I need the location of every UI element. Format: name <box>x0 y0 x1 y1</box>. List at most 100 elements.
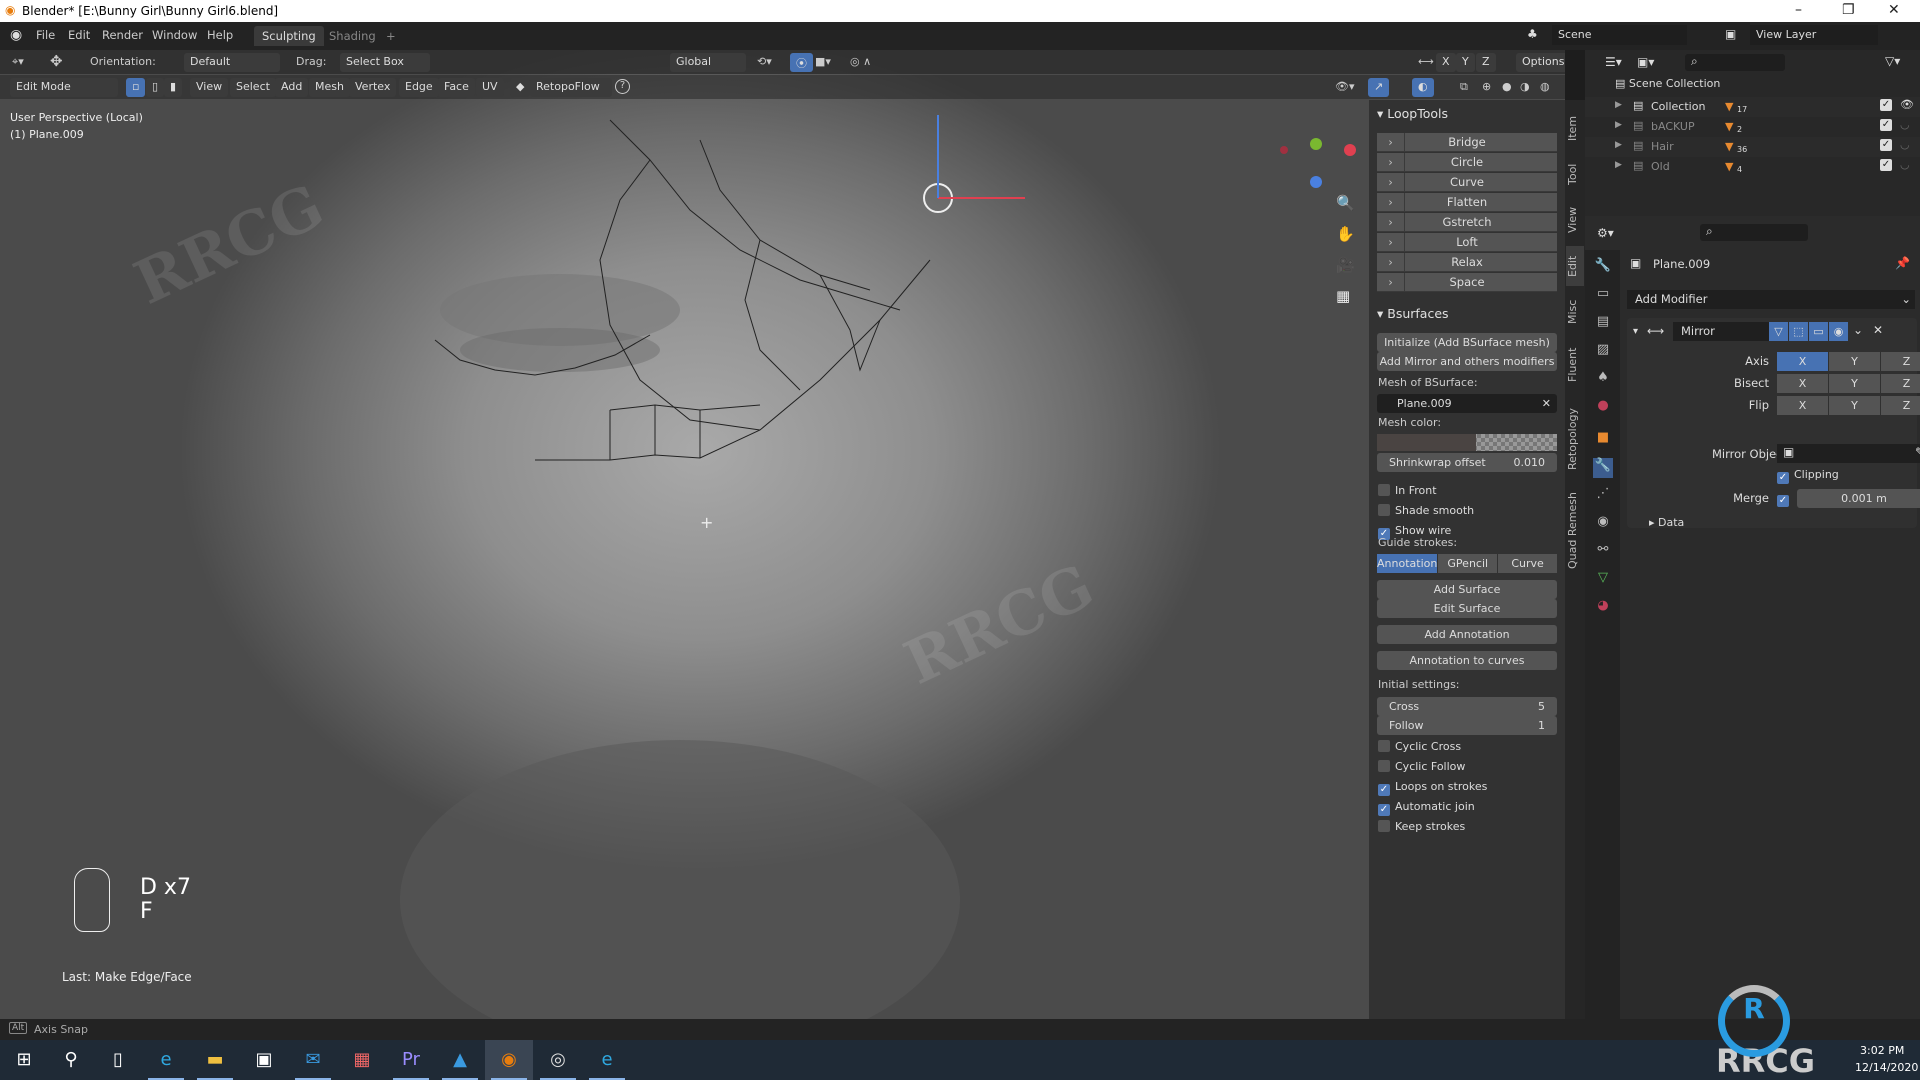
render-tab-icon[interactable]: ▭ <box>1593 286 1613 306</box>
outliner-search-input[interactable]: ⌕ <box>1685 54 1785 71</box>
exclude-checkbox[interactable]: ✓ <box>1880 119 1892 131</box>
camera-icon[interactable]: 🎥 <box>1336 256 1355 274</box>
material-tab-icon[interactable]: ◕ <box>1593 598 1613 618</box>
scene-icon[interactable]: ♣ <box>1527 27 1538 41</box>
initialize-bsurface-button[interactable]: Initialize (Add BSurface mesh) <box>1377 333 1557 352</box>
face-select-icon[interactable]: ▮ <box>164 78 183 97</box>
edit-surface-button[interactable]: Edit Surface <box>1377 599 1557 618</box>
add-surface-button[interactable]: Add Surface <box>1377 580 1557 599</box>
expand-arrow-icon[interactable]: ▶ <box>1615 100 1622 110</box>
sidebar-tab-retopology[interactable]: Retopology <box>1566 398 1584 480</box>
mesh-color-swatch[interactable] <box>1377 434 1557 451</box>
bisect-x-toggle[interactable]: X <box>1777 374 1828 393</box>
merge-checkbox[interactable]: ✓ <box>1777 491 1794 507</box>
taskbar-task-view-icon[interactable]: ▯ <box>94 1040 142 1080</box>
clipping-checkbox[interactable]: ✓ Clipping <box>1777 468 1839 484</box>
shading-solid-icon[interactable]: ● <box>1502 80 1512 93</box>
checkbox-keep-strokes[interactable]: Keep strokes <box>1378 820 1465 833</box>
expand-chevron-icon[interactable]: › <box>1377 193 1405 212</box>
scene-tab-icon[interactable]: ♠ <box>1593 370 1613 390</box>
eye-closed-icon[interactable]: ◡ <box>1900 158 1910 171</box>
taskbar-edge-icon[interactable]: e <box>583 1040 631 1080</box>
drag-dropdown[interactable]: Select Box <box>340 53 430 72</box>
data-tab-icon[interactable]: ▽ <box>1593 570 1613 590</box>
collapse-icon[interactable]: ▾ <box>1633 326 1638 337</box>
menu-edge[interactable]: Edge <box>399 78 439 97</box>
display-mode-icon[interactable]: ☰▾ <box>1605 55 1622 69</box>
mirror-x-toggle[interactable]: X <box>1436 53 1456 72</box>
mirror-y-toggle[interactable]: Y <box>1456 53 1475 72</box>
expand-arrow-icon[interactable]: ▶ <box>1615 160 1622 170</box>
maximize-button[interactable]: ❐ <box>1842 2 1855 18</box>
physics-tab-icon[interactable]: ◉ <box>1593 514 1613 534</box>
looptools-circle-button[interactable]: › Circle <box>1377 153 1557 172</box>
particles-tab-icon[interactable]: ⋰ <box>1593 486 1613 506</box>
add-annotation-button[interactable]: Add Annotation <box>1377 625 1557 644</box>
editor-type-icon[interactable]: ⚙▾ <box>1597 226 1614 240</box>
bisect-y-toggle[interactable]: Y <box>1829 374 1880 393</box>
close-button[interactable]: ✕ <box>1888 2 1900 18</box>
looptools-bridge-button[interactable]: › Bridge <box>1377 133 1557 152</box>
expand-arrow-icon[interactable]: ▶ <box>1615 140 1622 150</box>
eye-closed-icon[interactable]: ◡ <box>1900 118 1910 131</box>
menu-view[interactable]: View <box>190 78 229 97</box>
sidebar-tab-view[interactable]: View <box>1566 200 1584 240</box>
editmode-toggle-icon[interactable]: ▽ <box>1769 322 1788 341</box>
checkbox-in-front[interactable]: In Front <box>1378 484 1437 497</box>
checkbox-automatic-join[interactable]: ✓ Automatic join <box>1378 800 1475 816</box>
taskbar-obs-icon[interactable]: ◎ <box>534 1040 582 1080</box>
checkbox-loops-on-strokes[interactable]: ✓ Loops on strokes <box>1378 780 1487 796</box>
object-tab-icon[interactable]: ■ <box>1593 430 1613 450</box>
sidebar-tab-misc[interactable]: Misc <box>1566 292 1584 332</box>
taskbar-file-explorer-icon[interactable]: ▬ <box>191 1040 239 1080</box>
viewport-toggle-icon[interactable]: ▭ <box>1809 322 1828 341</box>
outliner-row[interactable]: ▶ ▤ Hair ▼ 36 ✓ ◡ <box>1585 137 1920 157</box>
menu-uv[interactable]: UV <box>476 78 504 97</box>
scene-selector[interactable]: Scene <box>1552 25 1687 45</box>
filter-icon[interactable]: ▽▾ <box>1885 54 1900 68</box>
menu-mesh[interactable]: Mesh <box>309 78 350 97</box>
proportional-edit-icon[interactable]: ◎ ∧ <box>850 55 871 68</box>
output-tab-icon[interactable]: ▤ <box>1593 314 1613 334</box>
checkbox-shade-smooth[interactable]: Shade smooth <box>1378 504 1474 517</box>
menu-select[interactable]: Select <box>230 78 276 97</box>
guide-tab-annotation[interactable]: Annotation <box>1377 554 1438 573</box>
filter-view-icon[interactable]: ▣▾ <box>1637 55 1654 69</box>
zoom-icon[interactable]: 🔍 <box>1336 194 1355 212</box>
add-modifier-dropdown[interactable]: Add Modifier ⌄ <box>1627 290 1915 309</box>
mirror-z-toggle[interactable]: Z <box>1476 53 1496 72</box>
sidebar-tab-quad-remesh[interactable]: Quad Remesh <box>1566 486 1584 575</box>
looptools-curve-button[interactable]: › Curve <box>1377 173 1557 192</box>
sidebar-tab-item[interactable]: Item <box>1566 108 1584 148</box>
expand-chevron-icon[interactable]: › <box>1377 233 1405 252</box>
annotation-to-curves-button[interactable]: Annotation to curves <box>1377 651 1557 670</box>
add-mirror-modifiers-button[interactable]: Add Mirror and others modifiers <box>1377 352 1557 371</box>
taskbar-premiere-icon[interactable]: Pr <box>387 1040 435 1080</box>
modifier-menu-icon[interactable]: ⌄ <box>1853 323 1863 337</box>
taskbar-search-icon[interactable]: ⚲ <box>47 1040 95 1080</box>
eye-closed-icon[interactable]: ◡ <box>1900 138 1910 151</box>
data-subpanel[interactable]: ▸ Data <box>1649 516 1684 529</box>
cage-toggle-icon[interactable]: ⬚ <box>1789 322 1808 341</box>
help-button[interactable]: ? <box>615 79 630 94</box>
flip-x-toggle[interactable]: X <box>1777 396 1828 415</box>
mode-dropdown[interactable]: Edit Mode <box>10 78 118 97</box>
clock-time[interactable]: 3:02 PM <box>1860 1044 1904 1057</box>
outliner-row[interactable]: ▶ ▤ Old ▼ 4 ✓ ◡ <box>1585 157 1920 177</box>
looptools-loft-button[interactable]: › Loft <box>1377 233 1557 252</box>
mirror-object-field[interactable]: ▣ ✎ <box>1777 444 1920 463</box>
expand-chevron-icon[interactable]: › <box>1377 213 1405 232</box>
exclude-checkbox[interactable]: ✓ <box>1880 139 1892 151</box>
sidebar-tab-tool[interactable]: Tool <box>1566 154 1584 194</box>
move-tool-icon[interactable]: ✥ <box>50 52 63 70</box>
render-toggle-icon[interactable]: ◉ <box>1829 322 1848 341</box>
tool-tab-icon[interactable]: 🔧 <box>1593 258 1613 278</box>
guide-tab-gpencil[interactable]: GPencil <box>1438 554 1498 573</box>
view-layer-icon[interactable]: ▣ <box>1725 27 1736 41</box>
taskbar-store-icon[interactable]: ▣ <box>240 1040 288 1080</box>
menu-vertex[interactable]: Vertex <box>349 78 397 97</box>
checkbox-cyclic-follow[interactable]: Cyclic Follow <box>1378 760 1465 773</box>
menu-window[interactable]: Window <box>152 28 197 42</box>
add-workspace-button[interactable]: + <box>378 26 404 46</box>
world-tab-icon[interactable]: ● <box>1593 398 1613 418</box>
